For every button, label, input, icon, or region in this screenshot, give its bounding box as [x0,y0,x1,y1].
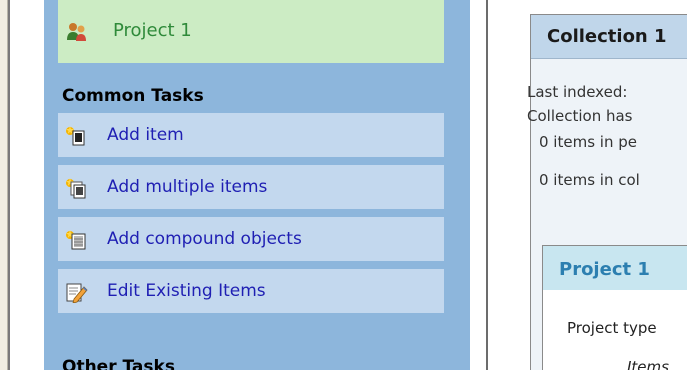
users-icon [66,22,88,42]
collection-has-text: Collection has [527,107,633,125]
add-compound-objects-button[interactable]: Add compound objects [58,217,444,261]
project-panel-title: Project 1 [559,259,650,280]
project-type-text: Project type [567,319,657,337]
window-left-border [0,0,10,370]
add-compound-objects-icon [64,229,88,251]
add-compound-objects-label[interactable]: Add compound objects [107,229,302,249]
edit-items-icon [64,281,88,304]
project-label[interactable]: Project 1 [113,20,192,41]
add-item-icon [64,125,88,147]
common-tasks-header: Common Tasks [62,86,204,106]
edit-existing-items-label[interactable]: Edit Existing Items [107,281,266,301]
add-multiple-items-icon [64,177,88,199]
last-indexed-text: Last indexed: [527,83,628,101]
sidebar-project-item[interactable]: Project 1 [58,0,444,63]
add-multiple-items-label[interactable]: Add multiple items [107,177,267,197]
add-item-button[interactable]: Add item [58,113,444,157]
items-in-collection-text: 0 items in col [539,171,640,189]
edit-existing-items-button[interactable]: Edit Existing Items [58,269,444,313]
add-multiple-items-button[interactable]: Add multiple items [58,165,444,209]
add-item-label[interactable]: Add item [107,125,184,145]
items-text: Items [627,358,669,370]
items-in-pending-text: 0 items in pe [539,133,637,151]
collection-title: Collection 1 [547,26,667,47]
pane-divider[interactable] [486,0,488,370]
other-tasks-header: Other Tasks [62,357,175,370]
